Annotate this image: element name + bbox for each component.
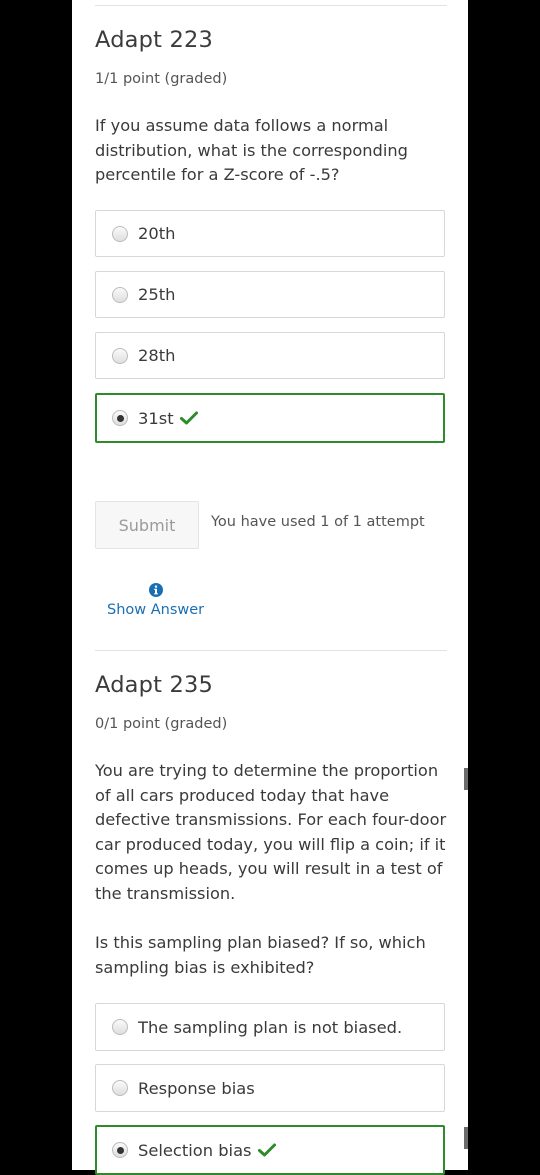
info-icon[interactable]	[149, 583, 163, 597]
radio-button-selected[interactable]	[112, 410, 128, 426]
submit-button[interactable]: Submit	[95, 501, 199, 549]
radio-button[interactable]	[112, 1019, 128, 1035]
question-text: If you assume data follows a normal dist…	[95, 116, 408, 184]
choice-option[interactable]: 28th	[95, 332, 445, 379]
attempts-text: You have used 1 of 1 attempt	[211, 514, 425, 530]
choice-label: 28th	[138, 346, 176, 365]
choice-option[interactable]: 25th	[95, 271, 445, 318]
choice-label: 20th	[138, 224, 176, 243]
question-text: You are trying to determine the proporti…	[95, 761, 447, 903]
radio-button[interactable]	[112, 1080, 128, 1096]
question-text: Is this sampling plan biased? If so, whi…	[95, 933, 426, 977]
choice-option-correct[interactable]: 31st	[95, 393, 445, 443]
choice-option[interactable]: Response bias	[95, 1064, 445, 1112]
choice-label: 31st	[138, 408, 174, 428]
problem-points: 1/1 point (graded)	[95, 71, 228, 87]
checkmark-icon	[179, 411, 198, 425]
radio-button[interactable]	[112, 225, 128, 242]
scrollbar-marker	[464, 1127, 468, 1149]
choice-label: 25th	[138, 285, 176, 304]
show-answer-link[interactable]: Show Answer	[107, 602, 204, 618]
choice-label: The sampling plan is not biased.	[138, 1017, 403, 1037]
choice-label: Selection bias	[138, 1140, 252, 1160]
radio-button-selected[interactable]	[112, 1142, 128, 1158]
checkmark-icon	[257, 1143, 276, 1157]
choice-option[interactable]: 20th	[95, 210, 445, 257]
radio-button[interactable]	[112, 347, 128, 364]
divider	[95, 650, 447, 651]
radio-button[interactable]	[112, 286, 128, 303]
scrollbar-marker	[464, 768, 468, 790]
choice-label: Response bias	[138, 1078, 255, 1098]
problem-title: Adapt 223	[95, 27, 214, 53]
problem-page: Adapt 223 1/1 point (graded) If you assu…	[72, 0, 468, 1175]
problem-points: 0/1 point (graded)	[95, 716, 228, 732]
problem-title: Adapt 235	[95, 672, 214, 698]
choice-option[interactable]: The sampling plan is not biased.	[95, 1003, 445, 1051]
divider	[95, 5, 447, 6]
choice-option-correct[interactable]: Selection bias	[95, 1125, 445, 1175]
